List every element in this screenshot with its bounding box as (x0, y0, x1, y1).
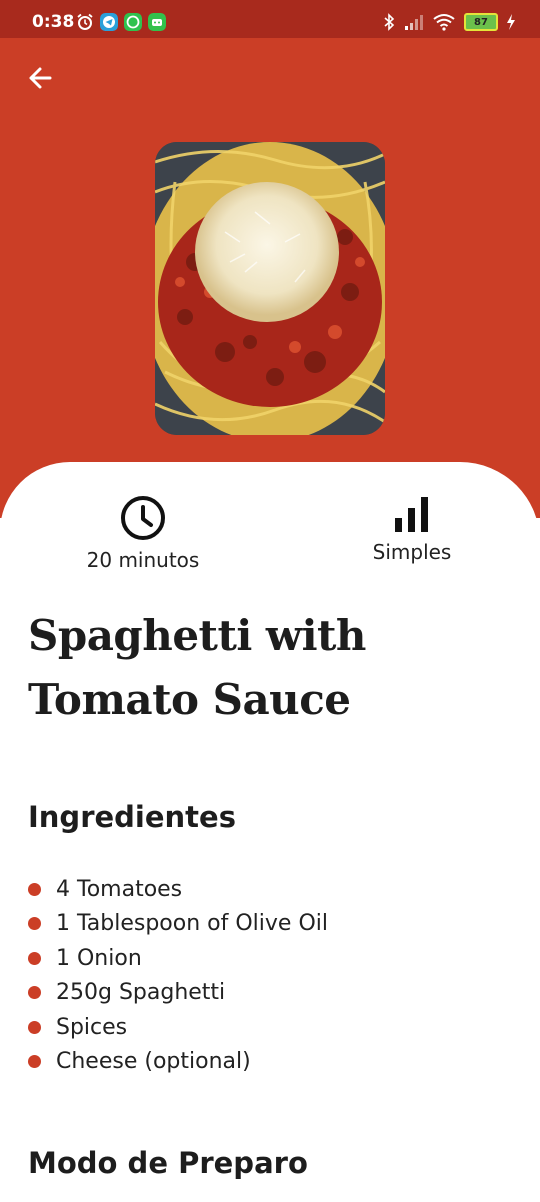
spaghetti-photo (155, 142, 385, 435)
bar-chart-icon (395, 497, 428, 532)
bullet-icon (28, 1020, 41, 1034)
signal-icon (405, 15, 423, 30)
ingredient-item: 4 Tomatoes (28, 872, 328, 907)
bullet-icon (28, 986, 41, 1000)
ingredient-text: 1 Onion (56, 945, 142, 971)
bullet-icon (28, 951, 41, 965)
alarm-icon (77, 13, 93, 30)
difficulty-label: Simples (372, 540, 452, 564)
recipe-title: Spaghetti with Tomato Sauce (28, 611, 366, 724)
prep-time-label: 20 minutos (86, 548, 200, 572)
charging-icon (507, 14, 515, 30)
preparation-heading: Modo de Preparo (28, 1146, 308, 1180)
clock-icon (121, 496, 165, 540)
ingredient-text: 1 Tablespoon of Olive Oil (56, 911, 328, 937)
ingredient-item: Cheese (optional) (28, 1045, 328, 1080)
notification-icons (76, 13, 166, 31)
ingredient-text: Spices (56, 1014, 128, 1040)
ingredients-heading: Ingredientes (28, 800, 236, 834)
bullet-icon (28, 917, 41, 931)
bullet-icon (28, 882, 41, 896)
wifi-icon (433, 14, 455, 31)
android-app-icon (148, 13, 166, 31)
system-icons: 87 (382, 13, 516, 31)
ingredient-item: 250g Spaghetti (28, 976, 328, 1011)
ingredient-list: 4 Tomatoes 1 Tablespoon of Olive Oil 1 O… (28, 872, 328, 1079)
status-time: 0:38 (32, 12, 75, 32)
difficulty: Simples (312, 494, 512, 564)
back-button[interactable] (22, 60, 58, 96)
arrow-left-icon (29, 67, 52, 89)
ingredient-item: 1 Tablespoon of Olive Oil (28, 907, 328, 942)
telegram-icon (100, 13, 118, 31)
ingredient-text: 4 Tomatoes (56, 876, 183, 902)
ingredient-text: 250g Spaghetti (56, 980, 226, 1006)
prep-time: 20 minutos (43, 494, 243, 572)
ingredient-text: Cheese (optional) (56, 1049, 251, 1075)
recipe-photo (155, 142, 385, 435)
whatsapp-icon (124, 13, 142, 31)
ingredient-item: Spices (28, 1010, 328, 1045)
bluetooth-icon (384, 13, 395, 31)
ingredient-item: 1 Onion (28, 941, 328, 976)
battery-indicator: 87 (464, 13, 498, 31)
bullet-icon (28, 1055, 41, 1069)
